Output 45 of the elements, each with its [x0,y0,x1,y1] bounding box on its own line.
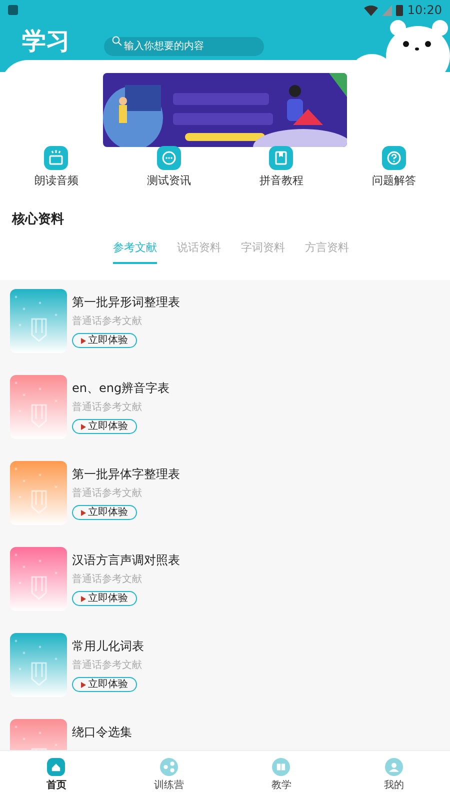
signal-icon [382,4,392,16]
document-subtitle: 普通话参考文献 [72,402,143,414]
user-icon [384,758,403,776]
help-icon [382,146,406,170]
document-title: en、eng辨音字表 [72,380,170,396]
search-icon [112,36,122,46]
document-subtitle: 普通话参考文献 [72,660,143,672]
wifi-icon [364,4,378,16]
document-subtitle: 普通话参考文献 [72,574,143,586]
play-icon [81,682,86,688]
try-now-button[interactable]: 立即体验 [72,419,137,434]
nav-tab[interactable]: 教学 [225,751,338,800]
shortcut-button[interactable]: 问题解答 [338,146,450,190]
try-now-button[interactable]: 立即体验 [72,333,137,348]
home-icon [47,758,66,776]
document-title: 常用儿化词表 [72,638,144,654]
document-title: 第一批异形词整理表 [72,294,180,310]
shortcut-button[interactable]: 朗读音频 [0,146,112,190]
try-now-button[interactable]: 立即体验 [72,505,137,520]
nav-tab[interactable]: 首页 [0,751,112,800]
section-title: 核心资料 [12,210,64,229]
book-icon [272,758,290,776]
play-icon [81,338,86,344]
battery-icon [396,4,404,16]
document-subtitle: 普通话参考文献 [72,488,143,500]
search-field[interactable]: 输入你想要的内容 [104,36,264,56]
nav-tab[interactable]: 我的 [338,751,450,800]
play-icon [81,596,86,602]
clock-text: 10:20 [407,2,442,19]
document-subtitle: 普通话参考文献 [72,316,143,328]
play-icon [81,510,86,516]
document-title: 汉语方言声调对照表 [72,552,180,568]
document-title: 第一批异体字整理表 [72,466,180,482]
try-now-button[interactable]: 立即体验 [72,591,137,606]
try-now-button[interactable]: 立即体验 [72,677,137,692]
share-icon [160,758,178,776]
page-title: 学习 [22,26,70,57]
play-icon [81,424,86,430]
shortcut-button[interactable]: 拼音教程 [225,146,338,190]
book-icon [269,146,294,170]
chat-icon [156,146,181,170]
nav-tab[interactable]: 训练营 [112,751,225,800]
notification-icon [8,5,18,15]
document-title: 绕口令选集 [72,724,132,740]
shortcut-button[interactable]: 测试资讯 [112,146,225,190]
